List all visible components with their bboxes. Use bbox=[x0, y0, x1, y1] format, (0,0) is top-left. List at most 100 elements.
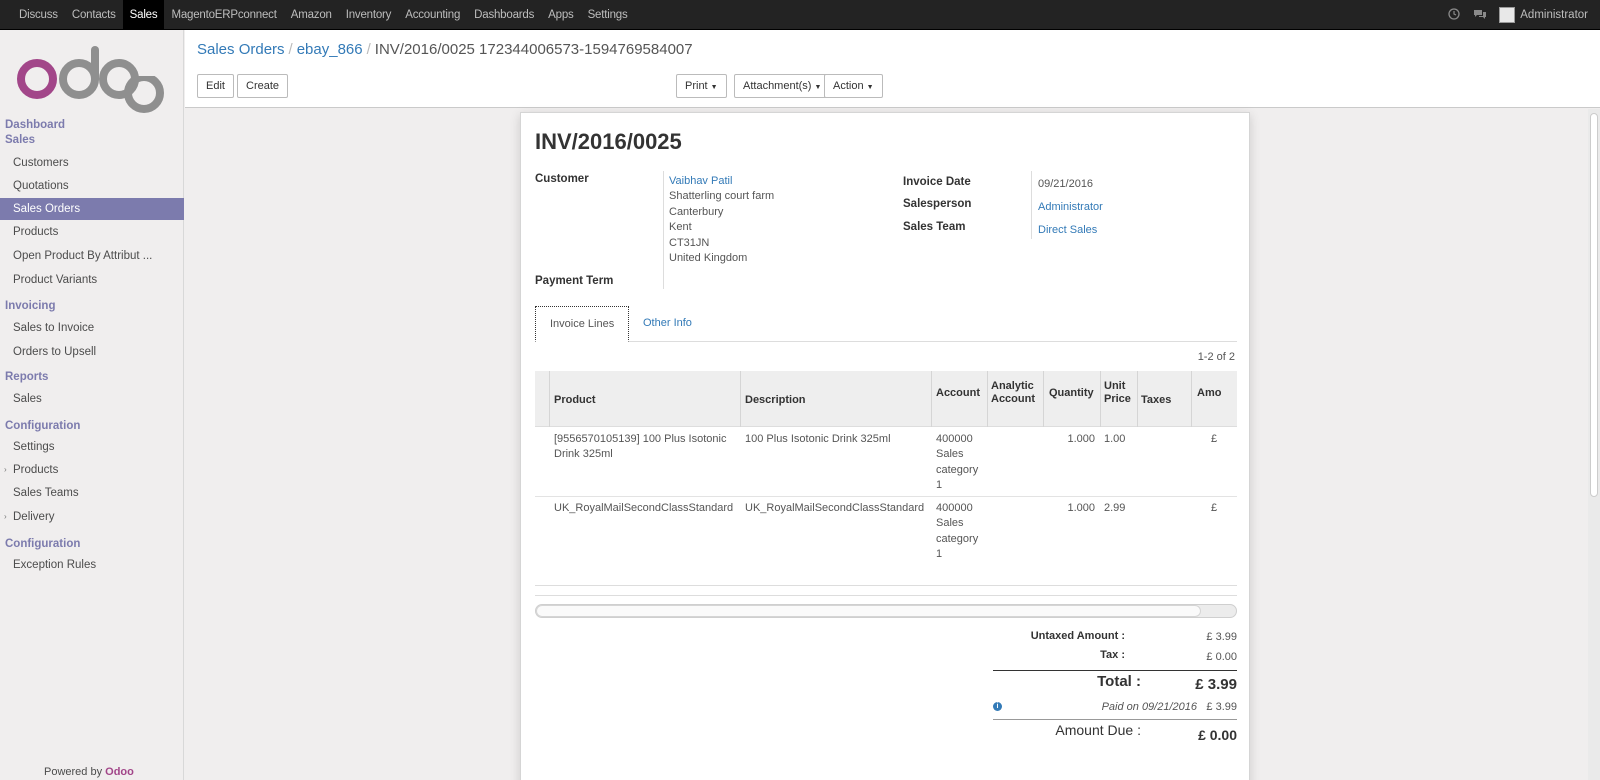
scroll-thumb[interactable] bbox=[1590, 113, 1598, 497]
powered-by-brand-link[interactable]: Odoo bbox=[105, 766, 134, 778]
customer-address-line-1: Shatterling court farm bbox=[669, 190, 775, 202]
sidebar-item-sales-teams[interactable]: Sales Teams bbox=[0, 482, 184, 504]
menu-apps[interactable]: Apps bbox=[541, 0, 580, 30]
sidebar-item-exception-rules[interactable]: Exception Rules bbox=[0, 554, 184, 576]
col-description[interactable]: Description bbox=[745, 394, 806, 407]
col-analytic-line-1[interactable]: Analytic bbox=[991, 380, 1034, 393]
row1-product-line-1[interactable]: [9556570105139] 100 Plus Isotonic bbox=[554, 432, 726, 448]
action-button[interactable]: Action ▼ bbox=[824, 74, 883, 98]
row2-quantity: 1.000 bbox=[1067, 502, 1095, 514]
menu-discuss[interactable]: Discuss bbox=[12, 0, 65, 30]
col-taxes[interactable]: Taxes bbox=[1141, 394, 1171, 407]
row1-amount: £ bbox=[1211, 433, 1218, 445]
column-separator bbox=[987, 371, 988, 427]
row1-account-line-3: category bbox=[936, 464, 979, 476]
row2-account-line-4: 1 bbox=[936, 548, 943, 560]
print-button[interactable]: Print ▼ bbox=[676, 74, 727, 98]
col-quantity[interactable]: Quantity bbox=[1049, 387, 1094, 400]
create-button[interactable]: Create bbox=[237, 74, 289, 98]
caret-down-icon: ▼ bbox=[814, 84, 822, 91]
menu-contacts[interactable]: Contacts bbox=[65, 0, 123, 30]
table-header: Product Description Account Analytic Acc… bbox=[535, 371, 1237, 427]
row2-account-line-2: Sales bbox=[936, 517, 964, 529]
salesperson-link[interactable]: Administrator bbox=[1038, 200, 1103, 216]
customer-address-line-2: Canterbury bbox=[669, 206, 724, 218]
sales-team-label: Sales Team bbox=[903, 221, 966, 233]
amount-due-label: Amount Due : bbox=[1055, 722, 1141, 738]
menu-settings[interactable]: Settings bbox=[581, 0, 635, 30]
sidebar-head-reports: Reports bbox=[5, 371, 49, 383]
total-value: £ 3.99 bbox=[1195, 676, 1237, 693]
page-vertical-scrollbar[interactable] bbox=[1588, 109, 1600, 780]
menu-amazon[interactable]: Amazon bbox=[284, 0, 339, 30]
sidebar-item-product-variants[interactable]: Product Variants bbox=[0, 269, 184, 291]
tab-invoice-lines[interactable]: Invoice Lines bbox=[535, 306, 630, 342]
row1-description[interactable]: 100 Plus Isotonic Drink 325ml bbox=[745, 432, 891, 448]
sidebar-item-label: Delivery bbox=[13, 511, 55, 523]
row1-account-line-2: Sales bbox=[936, 448, 964, 460]
caret-down-icon: ▼ bbox=[710, 84, 718, 91]
breadcrumb-order[interactable]: ebay_866 bbox=[297, 41, 363, 58]
sidebar-item-settings[interactable]: Settings bbox=[0, 436, 184, 458]
field-divider bbox=[1031, 171, 1032, 239]
sidebar-item-quotations[interactable]: Quotations bbox=[0, 175, 184, 197]
menu-sales[interactable]: Sales bbox=[122, 0, 165, 30]
salesperson-label: Salesperson bbox=[903, 198, 972, 210]
sidebar-head-configuration: Configuration bbox=[5, 420, 81, 432]
column-separator bbox=[1043, 371, 1044, 427]
col-analytic-line-2: Account bbox=[991, 393, 1035, 405]
col-unit-price-line-1[interactable]: Unit bbox=[1104, 380, 1125, 393]
tab-other-info[interactable]: Other Info bbox=[629, 306, 706, 342]
sidebar-item-open-product-by-attribute[interactable]: Open Product By Attribut ... bbox=[0, 245, 184, 267]
attachments-button[interactable]: Attachment(s) ▼ bbox=[734, 74, 831, 98]
sidebar-item-delivery[interactable]: › Delivery bbox=[0, 506, 184, 528]
untaxed-amount-label: Untaxed Amount : bbox=[1030, 630, 1125, 642]
breadcrumb-separator: / bbox=[366, 41, 371, 58]
col-account[interactable]: Account bbox=[936, 387, 980, 400]
action-label: Action bbox=[833, 80, 864, 92]
paid-value: £ 3.99 bbox=[1206, 701, 1237, 713]
column-separator bbox=[1191, 371, 1192, 427]
sidebar-item-sales-orders[interactable]: Sales Orders bbox=[0, 198, 184, 220]
breadcrumb-sales-orders[interactable]: Sales Orders bbox=[197, 41, 285, 58]
edit-button[interactable]: Edit bbox=[197, 74, 234, 98]
menu-accounting[interactable]: Accounting bbox=[398, 0, 467, 30]
menu-magentoerpconnect[interactable]: MagentoERPconnect bbox=[164, 0, 283, 30]
table-horizontal-scrollbar[interactable] bbox=[535, 595, 1237, 621]
sidebar-head-sales: Sales bbox=[5, 134, 36, 146]
sidebar-item-config-products[interactable]: › Products bbox=[0, 459, 184, 481]
sidebar-item-sales-to-invoice[interactable]: Sales to Invoice bbox=[0, 317, 184, 339]
customer-address-line-5: United Kingdom bbox=[669, 252, 748, 264]
row2-unit-price: 2.99 bbox=[1104, 502, 1126, 514]
column-separator bbox=[1100, 371, 1101, 427]
row2-account-line-3: category bbox=[936, 533, 979, 545]
menu-dashboards[interactable]: Dashboards bbox=[467, 0, 541, 30]
user-menu[interactable]: Administrator bbox=[1499, 7, 1588, 23]
sidebar-item-orders-to-upsell[interactable]: Orders to Upsell bbox=[0, 341, 184, 363]
expand-caret-icon: › bbox=[4, 512, 7, 521]
pager: 1-2 of 2 bbox=[1197, 351, 1235, 363]
col-unit-price-line-2: Price bbox=[1104, 393, 1131, 405]
col-product[interactable]: Product bbox=[554, 394, 596, 407]
col-amount[interactable]: Amo bbox=[1197, 387, 1221, 400]
table-footer-line bbox=[535, 595, 1237, 596]
menu-inventory[interactable]: Inventory bbox=[339, 0, 399, 30]
sidebar-item-products[interactable]: Products bbox=[0, 221, 184, 243]
row2-description[interactable]: UK_RoyalMailSecondClassStandard bbox=[745, 501, 924, 517]
sidebar: Dashboard Sales Customers Quotations Sal… bbox=[0, 30, 184, 780]
sidebar-item-customers[interactable]: Customers bbox=[0, 152, 184, 174]
print-label: Print bbox=[685, 80, 708, 92]
sidebar-head-dashboard[interactable]: Dashboard bbox=[5, 119, 65, 131]
sales-team-link[interactable]: Direct Sales bbox=[1038, 223, 1097, 239]
sidebar-item-reports-sales[interactable]: Sales bbox=[0, 388, 184, 410]
chat-bubbles-icon[interactable] bbox=[1473, 8, 1487, 22]
customer-address-line-4: CT31JN bbox=[669, 237, 710, 249]
scroll-thumb[interactable] bbox=[536, 605, 1201, 617]
amount-due-value: £ 0.00 bbox=[1198, 727, 1237, 743]
row2-account-line-1: 400000 bbox=[936, 502, 973, 514]
customer-link[interactable]: Vaibhav Patil bbox=[669, 174, 732, 190]
row2-product-line-1[interactable]: UK_RoyalMailSecondClassStandard bbox=[554, 501, 733, 517]
activity-clock-icon[interactable] bbox=[1447, 8, 1461, 22]
breadcrumb: Sales Orders / ebay_866/INV/2016/0025 1723… bbox=[197, 41, 693, 58]
row1-product-line-2: Drink 325ml bbox=[554, 448, 613, 460]
